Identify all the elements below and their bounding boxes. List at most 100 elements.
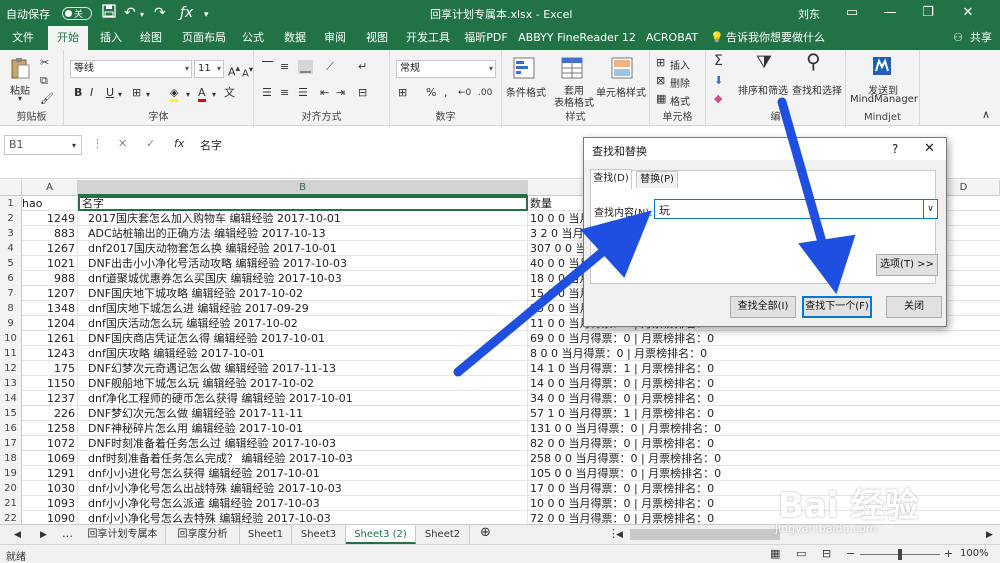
cell-c[interactable]: 69 0 0 当月得票：0 | 月票榜排名：0 — [528, 331, 1000, 346]
user-name[interactable]: 刘东 — [798, 6, 820, 22]
tab-insert[interactable]: 插入 — [94, 26, 128, 50]
zoom-in-icon[interactable]: + — [944, 547, 953, 561]
cell-a[interactable]: 1069 — [22, 451, 78, 466]
maximize-icon[interactable]: ❐ — [910, 0, 946, 26]
cell-styles-button[interactable]: 单元格样式 — [596, 84, 646, 99]
zoom-slider-thumb[interactable] — [898, 549, 902, 560]
cell-a[interactable]: 1243 — [22, 346, 78, 361]
cell-b[interactable]: ADC站桩输出的正确方法 编辑经验 2017-10-13 — [78, 226, 528, 241]
row-header[interactable]: 17 — [0, 436, 22, 451]
sort-filter-icon[interactable]: ⧩ — [756, 54, 772, 72]
copy-icon[interactable]: ⧉ — [40, 74, 48, 88]
cancel-icon[interactable]: ✕ — [118, 137, 127, 151]
cell-b[interactable]: DNF梦幻次元怎么做 编辑经验 2017-11-11 — [78, 406, 528, 421]
tab-page-layout[interactable]: 页面布局 — [176, 26, 232, 50]
cell-a[interactable]: hao — [22, 196, 78, 211]
row-header[interactable]: 1 — [0, 196, 22, 211]
dialog-close-icon[interactable]: ✕ — [924, 141, 935, 156]
scroll-tabs-left-icon[interactable]: ◀ — [14, 528, 21, 542]
decrease-decimal-icon[interactable]: .00 — [478, 86, 492, 100]
font-color-icon[interactable]: A — [198, 86, 206, 102]
fill-color-dropdown-icon[interactable]: ▾ — [186, 88, 190, 102]
cell-b[interactable]: DNF舰船地下城怎么玩 编辑经验 2017-10-02 — [78, 376, 528, 391]
row-header[interactable]: 3 — [0, 226, 22, 241]
dialog-tab-find[interactable]: 查找(D) — [590, 169, 632, 189]
tab-acrobat[interactable]: ACROBAT — [644, 26, 700, 50]
find-next-button[interactable]: 查找下一个(F) — [802, 296, 872, 318]
cell-a[interactable]: 1258 — [22, 421, 78, 436]
horizontal-scrollbar[interactable] — [630, 529, 780, 540]
number-format-select[interactable]: 常规 ▾ — [396, 60, 496, 78]
cell-c[interactable]: 57 1 0 当月得票：1 | 月票榜排名：0 — [528, 406, 1000, 421]
cell-c[interactable]: 72 0 0 当月得票：0 | 月票榜排名：0 — [528, 511, 1000, 524]
font-color-dropdown-icon[interactable]: ▾ — [212, 88, 216, 102]
row-header[interactable]: 21 — [0, 496, 22, 511]
cell-b[interactable]: dnf国庆攻略 编辑经验 2017-10-01 — [78, 346, 528, 361]
row-header[interactable]: 5 — [0, 256, 22, 271]
format-cells-icon[interactable]: ▦ — [656, 92, 666, 106]
cell-a[interactable]: 1249 — [22, 211, 78, 226]
cell-b[interactable]: DNF幻梦次元奇遇记怎么做 编辑经验 2017-11-13 — [78, 361, 528, 376]
increase-decimal-icon[interactable]: ←0 — [458, 86, 471, 100]
tab-review[interactable]: 审阅 — [318, 26, 352, 50]
cell-a[interactable]: 1348 — [22, 301, 78, 316]
scroll-tabs-right-icon[interactable]: ▶ — [40, 528, 47, 542]
tab-formulas[interactable]: 公式 — [236, 26, 270, 50]
tab-draw[interactable]: 绘图 — [134, 26, 168, 50]
bold-icon[interactable]: B — [74, 86, 82, 100]
cell-c[interactable]: 131 0 0 当月得票：0 | 月票榜排名：0 — [528, 421, 1000, 436]
zoom-out-icon[interactable]: − — [846, 547, 855, 561]
conditional-format-icon[interactable] — [512, 56, 536, 80]
cell-b[interactable]: dnf国庆活动怎么玩 编辑经验 2017-10-02 — [78, 316, 528, 331]
cell-c[interactable]: 17 0 0 当月得票：0 | 月票榜排名：0 — [528, 481, 1000, 496]
fill-icon[interactable]: ⬇ — [714, 74, 723, 88]
percent-icon[interactable]: % — [426, 86, 436, 100]
formula-input[interactable]: 名字 — [200, 137, 222, 153]
cell-a[interactable]: 175 — [22, 361, 78, 376]
tab-view[interactable]: 视图 — [360, 26, 394, 50]
send-mindmanager-label-2[interactable]: MindManager — [850, 94, 918, 105]
cell-c[interactable]: 258 0 0 当月得票：0 | 月票榜排名：0 — [528, 451, 1000, 466]
wrap-text-icon[interactable]: ↵ — [358, 60, 367, 74]
cell-a[interactable]: 1072 — [22, 436, 78, 451]
column-header-b[interactable]: B — [78, 180, 528, 196]
merge-center-icon[interactable]: ⊟ — [358, 86, 367, 100]
function-icon[interactable]: ƒx — [180, 4, 193, 22]
underline-dropdown-icon[interactable]: ▾ — [118, 88, 122, 102]
tab-abbyy[interactable]: ABBYY FineReader 12 — [518, 26, 636, 50]
page-layout-view-icon[interactable]: ▭ — [796, 547, 806, 561]
page-break-view-icon[interactable]: ⊟ — [822, 547, 831, 561]
cell-a[interactable]: 1204 — [22, 316, 78, 331]
row-header[interactable]: 10 — [0, 331, 22, 346]
cell-a[interactable]: 1207 — [22, 286, 78, 301]
delete-cells-button[interactable]: 删除 — [670, 75, 690, 90]
align-right-icon[interactable]: ☰ — [298, 86, 308, 100]
cell-b[interactable]: dnf小小净化号怎么去特殊 编辑经验 2017-10-03 — [78, 511, 528, 524]
cell-b[interactable]: dnf净化工程师的硬币怎么获得 编辑经验 2017-10-01 — [78, 391, 528, 406]
row-header[interactable]: 9 — [0, 316, 22, 331]
cell-b[interactable]: dnf小小进化号怎么获得 编辑经验 2017-10-01 — [78, 466, 528, 481]
cell-a[interactable]: 1090 — [22, 511, 78, 524]
sheet-tab-1[interactable]: 回享计划专属本 — [80, 525, 166, 544]
cell-a[interactable]: 1267 — [22, 241, 78, 256]
name-box-dropdown-icon[interactable]: ▾ — [72, 139, 76, 153]
cell-b[interactable]: dnf时刻准备着任务怎么完成？ 编辑经验 2017-10-03 — [78, 451, 528, 466]
cell-b[interactable]: DNF国庆地下城攻略 编辑经验 2017-10-02 — [78, 286, 528, 301]
row-header[interactable]: 16 — [0, 421, 22, 436]
cell-b[interactable]: 名字 — [78, 196, 528, 211]
row-header[interactable]: 19 — [0, 466, 22, 481]
cell-b[interactable]: DNF出击小小净化号活动攻略 编辑经验 2017-10-03 — [78, 256, 528, 271]
tab-developer[interactable]: 开发工具 — [402, 26, 454, 50]
phonetic-icon[interactable]: 文 — [224, 86, 235, 100]
cell-c[interactable]: 105 0 0 当月得票：0 | 月票榜排名：0 — [528, 466, 1000, 481]
sheet-tab-4[interactable]: Sheet3 — [292, 525, 346, 544]
normal-view-icon[interactable]: ▦ — [770, 547, 780, 561]
insert-function-icon[interactable]: fx — [174, 137, 184, 151]
shrink-font-icon[interactable]: A▾ — [242, 62, 253, 81]
zoom-level[interactable]: 100% — [960, 548, 989, 559]
tab-foxit-pdf[interactable]: 福昕PDF — [462, 26, 510, 50]
tab-data[interactable]: 数据 — [278, 26, 312, 50]
close-button[interactable]: 关闭 — [886, 296, 942, 318]
clear-icon[interactable]: ◆ — [714, 92, 722, 106]
borders-dropdown-icon[interactable]: ▾ — [146, 88, 150, 102]
